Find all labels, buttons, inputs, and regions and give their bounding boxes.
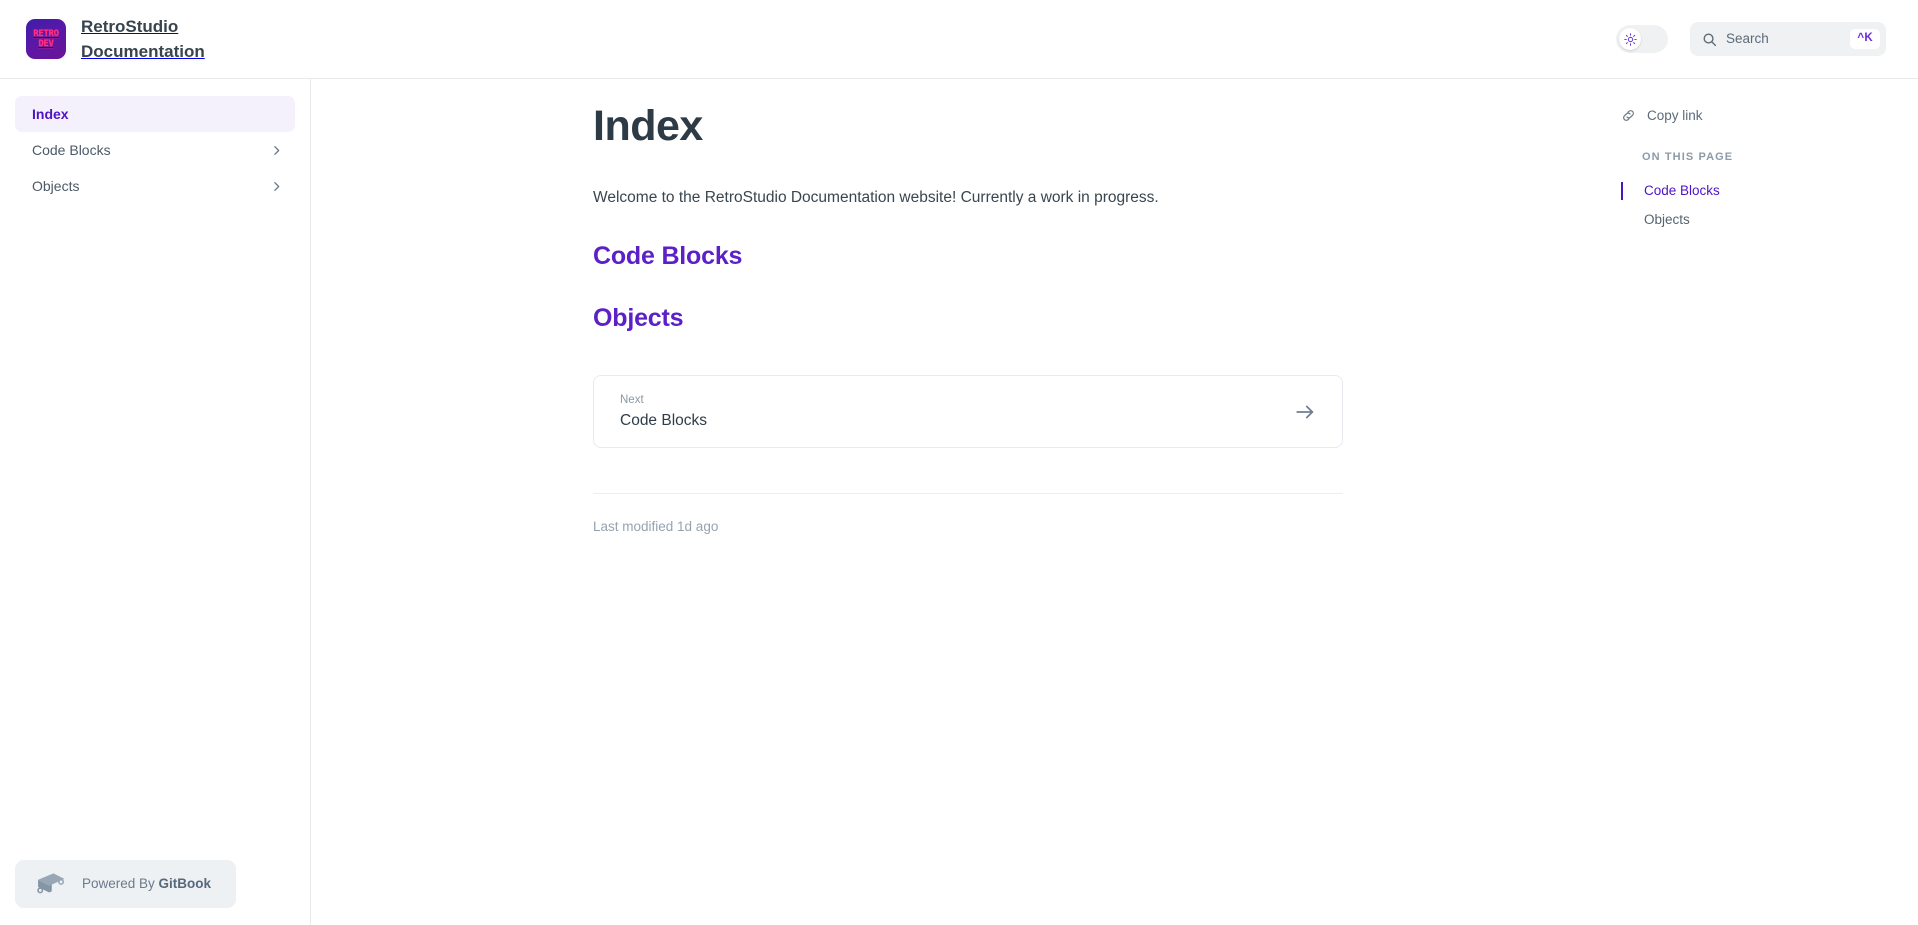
sidebar-item-label: Index (32, 106, 69, 122)
sidebar-item-label: Objects (32, 178, 80, 194)
search-shortcut-badge: ^K (1850, 29, 1880, 49)
app-header: RETRO DEV RetroStudio Documentation Sear… (0, 0, 1918, 79)
on-this-page-heading: ON THIS PAGE (1642, 151, 1734, 163)
table-of-contents: Code Blocks Objects (1621, 182, 1918, 229)
section-heading-code-blocks[interactable]: Code Blocks (593, 240, 1343, 273)
page-title: Index (593, 102, 703, 150)
left-sidebar: Index Code Blocks Objects Powered By Git… (0, 79, 311, 925)
right-rail: Copy link ON THIS PAGE Code Blocks Objec… (1607, 79, 1918, 925)
sidebar-item-index[interactable]: Index (15, 96, 295, 132)
sidebar-nav-list: Index Code Blocks Objects (15, 96, 295, 204)
toc-item-code-blocks[interactable]: Code Blocks (1621, 182, 1918, 200)
sidebar-item-label: Code Blocks (32, 142, 111, 158)
theme-toggle-switch[interactable] (1616, 25, 1668, 53)
main-content: Index Welcome to the RetroStudio Documen… (311, 79, 1607, 925)
chevron-right-icon[interactable] (270, 144, 283, 157)
next-page-card[interactable]: Next Code Blocks (593, 375, 1343, 449)
sidebar-item-code-blocks[interactable]: Code Blocks (15, 132, 295, 168)
search-icon (1703, 33, 1717, 46)
next-card-text: Next Code Blocks (620, 393, 708, 430)
sun-icon (1623, 32, 1637, 46)
sidebar-item-objects[interactable]: Objects (15, 168, 295, 204)
link-icon (1623, 110, 1634, 121)
powered-by-prefix: Powered By (82, 876, 159, 892)
arrow-right-icon (1296, 405, 1314, 419)
search-placeholder-text: Search (1726, 31, 1769, 47)
logo-line-2: DEV (38, 38, 54, 49)
next-card-kicker: Next (620, 393, 644, 406)
theme-toggle-knob (1619, 28, 1641, 50)
copy-link-label: Copy link (1647, 107, 1703, 123)
header-actions: Search ^K (1616, 22, 1886, 56)
section-heading-objects[interactable]: Objects (593, 302, 1343, 335)
toc-item-objects[interactable]: Objects (1621, 211, 1918, 229)
intro-paragraph: Welcome to the RetroStudio Documentation… (593, 188, 1159, 206)
copy-link-button[interactable]: Copy link (1621, 108, 1751, 123)
powered-by-brand: GitBook (158, 876, 212, 892)
brand-home-link[interactable]: RETRO DEV RetroStudio Documentation (26, 14, 231, 64)
powered-by-label: Powered By GitBook (82, 877, 211, 891)
powered-by-gitbook-link[interactable]: Powered By GitBook (15, 860, 236, 908)
last-modified-text: Last modified 1d ago (593, 519, 719, 535)
search-input[interactable]: Search ^K (1690, 22, 1886, 56)
site-title: RetroStudio Documentation (81, 17, 205, 61)
page-content: Index Welcome to the RetroStudio Documen… (593, 79, 1343, 534)
chevron-right-icon[interactable] (270, 180, 283, 193)
logo-line-1: RETRO (33, 28, 59, 39)
retrodev-logo-icon: RETRO DEV (26, 19, 66, 59)
content-divider (593, 493, 1343, 495)
next-card-title: Code Blocks (620, 412, 708, 430)
gitbook-logo-icon (37, 873, 65, 894)
